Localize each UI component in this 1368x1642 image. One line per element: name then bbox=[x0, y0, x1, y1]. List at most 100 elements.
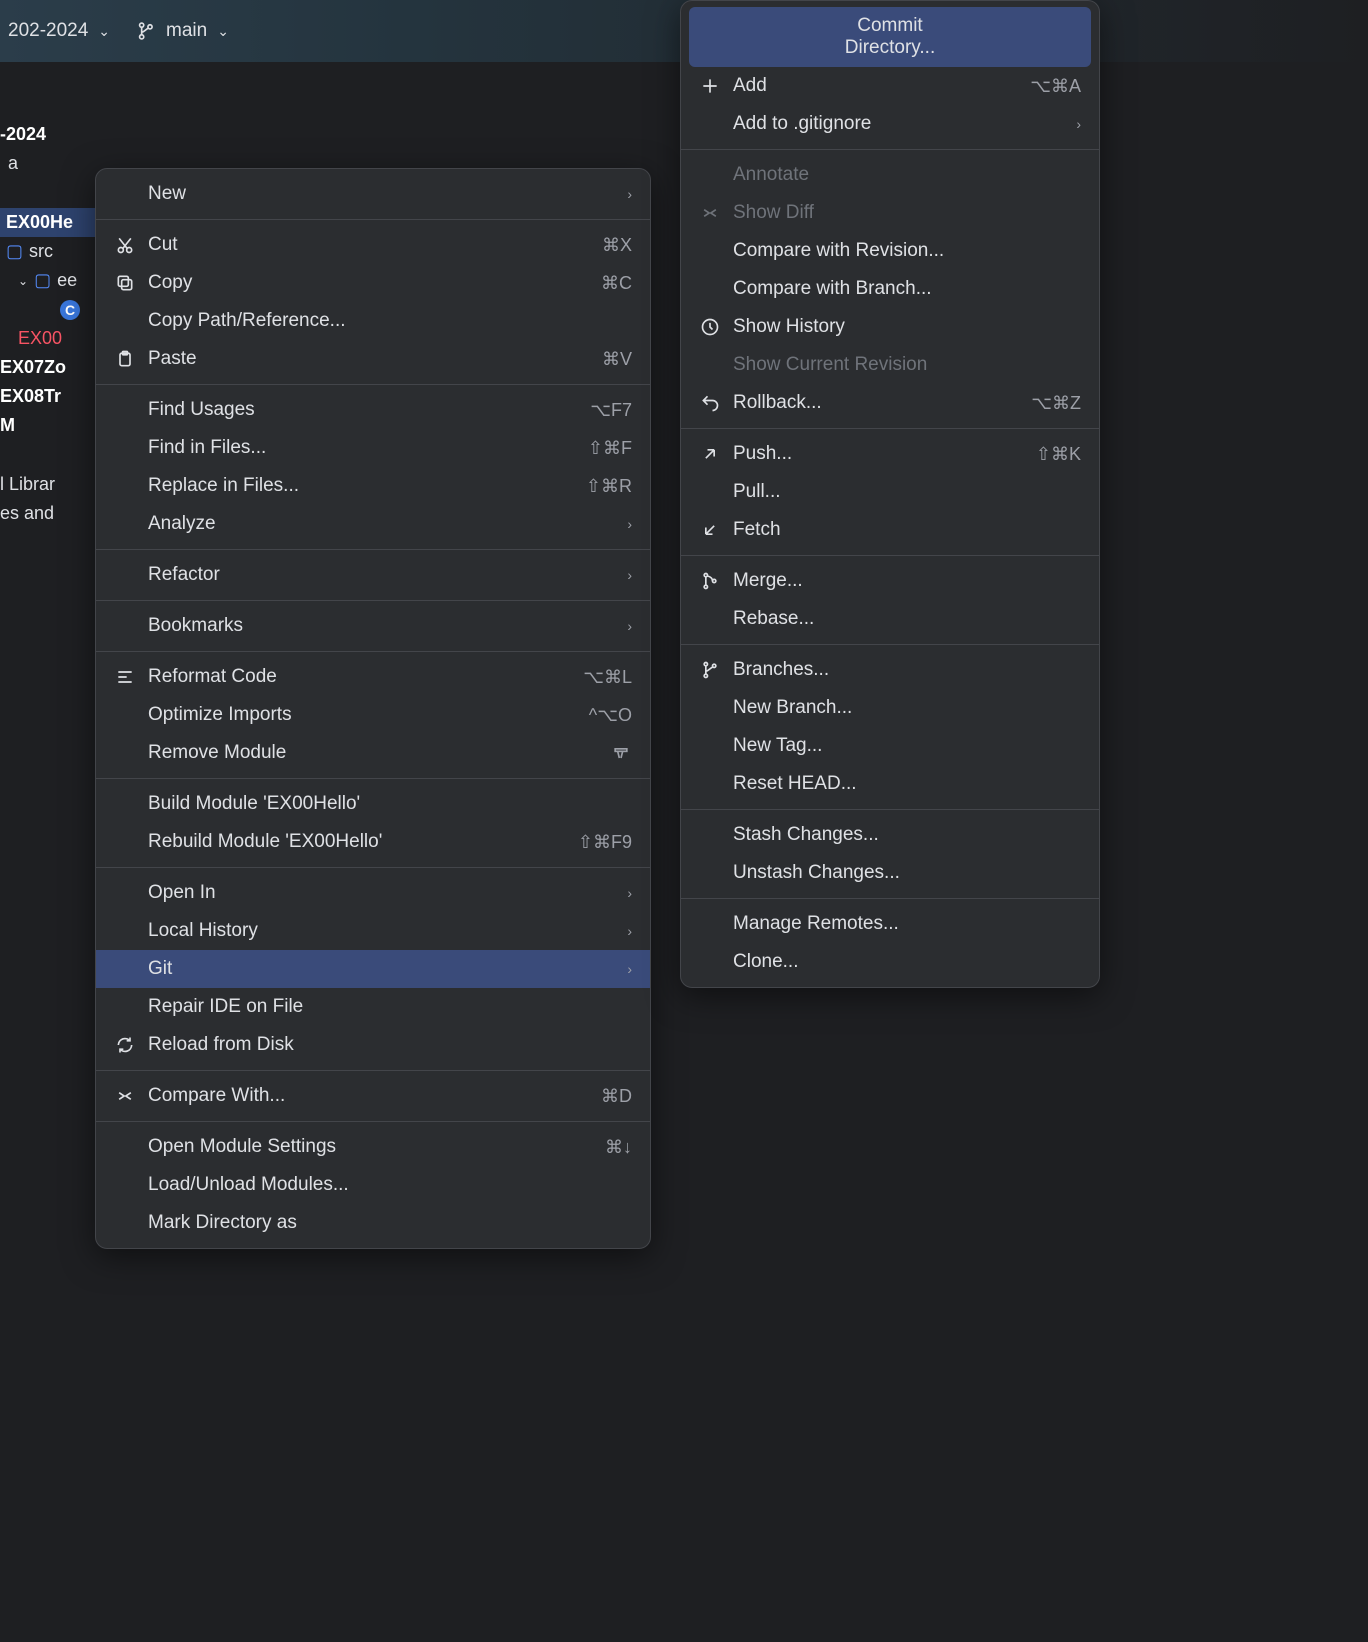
tree-class-item[interactable]: C bbox=[0, 295, 95, 324]
shortcut-label: ⌘V bbox=[602, 349, 632, 370]
menu-find-in-files[interactable]: Find in Files... ⇧⌘F bbox=[96, 429, 650, 467]
menu-show-current-revision: Show Current Revision bbox=[681, 346, 1099, 384]
spacer-icon bbox=[114, 882, 136, 904]
menu-stash-changes[interactable]: Stash Changes... bbox=[681, 816, 1099, 854]
plus-icon bbox=[699, 75, 721, 97]
shortcut-label: ⇧⌘F9 bbox=[578, 832, 632, 853]
spacer-icon bbox=[114, 958, 136, 980]
push-icon bbox=[699, 443, 721, 465]
chevron-down-icon: ⌄ bbox=[18, 274, 28, 288]
menu-compare-branch[interactable]: Compare with Branch... bbox=[681, 270, 1099, 308]
menu-find-usages[interactable]: Find Usages ⌥F7 bbox=[96, 391, 650, 429]
menu-remove-module[interactable]: Remove Module bbox=[96, 734, 650, 772]
spacer-icon bbox=[699, 481, 721, 503]
menu-git[interactable]: Git › bbox=[96, 950, 650, 988]
menu-open-module-settings[interactable]: Open Module Settings ⌘↓ bbox=[96, 1128, 650, 1166]
shortcut-label: ⇧⌘R bbox=[586, 476, 632, 497]
tree-root[interactable]: -2024 bbox=[0, 120, 95, 149]
project-name-label: 202-2024 bbox=[8, 20, 88, 42]
spacer-icon bbox=[114, 437, 136, 459]
menu-unstash-changes[interactable]: Unstash Changes... bbox=[681, 854, 1099, 892]
spacer-icon bbox=[699, 862, 721, 884]
spacer-icon bbox=[699, 824, 721, 846]
menu-show-diff: Show Diff bbox=[681, 194, 1099, 232]
spacer-icon bbox=[114, 310, 136, 332]
menu-pull[interactable]: Pull... bbox=[681, 473, 1099, 511]
menu-refactor[interactable]: Refactor › bbox=[96, 556, 650, 594]
reformat-icon bbox=[114, 666, 136, 688]
menu-separator bbox=[681, 428, 1099, 429]
menu-rollback[interactable]: Rollback... ⌥⌘Z bbox=[681, 384, 1099, 422]
menu-rebase[interactable]: Rebase... bbox=[681, 600, 1099, 638]
spacer-icon bbox=[699, 951, 721, 973]
menu-merge[interactable]: Merge... bbox=[681, 562, 1099, 600]
folder-icon: ▢ bbox=[6, 241, 23, 262]
menu-load-unload-modules[interactable]: Load/Unload Modules... bbox=[96, 1166, 650, 1204]
spacer-icon bbox=[699, 278, 721, 300]
menu-replace-in-files[interactable]: Replace in Files... ⇧⌘R bbox=[96, 467, 650, 505]
menu-separator bbox=[96, 384, 650, 385]
menu-fetch[interactable]: Fetch bbox=[681, 511, 1099, 549]
menu-branches[interactable]: Branches... bbox=[681, 651, 1099, 689]
menu-rebuild-module[interactable]: Rebuild Module 'EX00Hello' ⇧⌘F9 bbox=[96, 823, 650, 861]
menu-copy[interactable]: Copy ⌘C bbox=[96, 264, 650, 302]
shortcut-label: ⌘X bbox=[602, 235, 632, 256]
menu-compare-with[interactable]: Compare With... ⌘D bbox=[96, 1077, 650, 1115]
menu-analyze[interactable]: Analyze › bbox=[96, 505, 650, 543]
menu-optimize-imports[interactable]: Optimize Imports ^⌥O bbox=[96, 696, 650, 734]
menu-cut[interactable]: Cut ⌘X bbox=[96, 226, 650, 264]
spacer-icon bbox=[114, 183, 136, 205]
menu-separator bbox=[96, 1121, 650, 1122]
menu-show-history[interactable]: Show History bbox=[681, 308, 1099, 346]
menu-separator bbox=[681, 149, 1099, 150]
tree-module-ex07[interactable]: EX07Zo bbox=[0, 353, 95, 382]
tree-scratches[interactable]: es and bbox=[0, 499, 95, 528]
tree-module-ex08[interactable]: EX08Tr bbox=[0, 382, 95, 411]
spacer-icon bbox=[114, 831, 136, 853]
chevron-down-icon: ⌄ bbox=[217, 23, 229, 40]
tree-module-m[interactable]: M bbox=[0, 411, 95, 440]
menu-new-branch[interactable]: New Branch... bbox=[681, 689, 1099, 727]
menu-paste[interactable]: Paste ⌘V bbox=[96, 340, 650, 378]
menu-push[interactable]: Push... ⇧⌘K bbox=[681, 435, 1099, 473]
spacer-icon bbox=[699, 913, 721, 935]
spacer-icon bbox=[114, 564, 136, 586]
tree-module-selected[interactable]: EX00He bbox=[0, 208, 95, 237]
menu-new[interactable]: New › bbox=[96, 175, 650, 213]
menu-compare-revision[interactable]: Compare with Revision... bbox=[681, 232, 1099, 270]
menu-manage-remotes[interactable]: Manage Remotes... bbox=[681, 905, 1099, 943]
tree-pkg-folder[interactable]: ⌄ ▢ ee bbox=[0, 266, 95, 295]
menu-reformat-code[interactable]: Reformat Code ⌥⌘L bbox=[96, 658, 650, 696]
menu-reset-head[interactable]: Reset HEAD... bbox=[681, 765, 1099, 803]
menu-build-module[interactable]: Build Module 'EX00Hello' bbox=[96, 785, 650, 823]
menu-mark-directory[interactable]: Mark Directory as bbox=[96, 1204, 650, 1242]
tree-src-folder[interactable]: ▢ src bbox=[0, 237, 95, 266]
menu-open-in[interactable]: Open In › bbox=[96, 874, 650, 912]
menu-bookmarks[interactable]: Bookmarks › bbox=[96, 607, 650, 645]
chevron-right-icon: › bbox=[1076, 116, 1081, 132]
tree-root-sub[interactable]: a bbox=[0, 149, 95, 178]
menu-commit-directory[interactable]: Commit Directory... bbox=[689, 7, 1091, 67]
spacer-icon bbox=[114, 920, 136, 942]
spacer-icon bbox=[699, 164, 721, 186]
menu-local-history[interactable]: Local History › bbox=[96, 912, 650, 950]
tree-external-lib[interactable]: l Librar bbox=[0, 470, 95, 499]
menu-separator bbox=[96, 1070, 650, 1071]
menu-reload-disk[interactable]: Reload from Disk bbox=[96, 1026, 650, 1064]
menu-add-gitignore[interactable]: Add to .gitignore › bbox=[681, 105, 1099, 143]
branch-selector[interactable]: main ⌄ bbox=[134, 20, 229, 42]
menu-separator bbox=[681, 898, 1099, 899]
project-selector[interactable]: 202-2024 ⌄ bbox=[8, 20, 110, 42]
menu-separator bbox=[96, 867, 650, 868]
copy-icon bbox=[114, 272, 136, 294]
menu-copy-path[interactable]: Copy Path/Reference... bbox=[96, 302, 650, 340]
spacer-icon bbox=[114, 742, 136, 764]
tree-module-ex00[interactable]: EX00 bbox=[0, 324, 95, 353]
menu-clone[interactable]: Clone... bbox=[681, 943, 1099, 981]
menu-repair-ide[interactable]: Repair IDE on File bbox=[96, 988, 650, 1026]
spacer-icon bbox=[699, 240, 721, 262]
menu-new-tag[interactable]: New Tag... bbox=[681, 727, 1099, 765]
menu-git-add[interactable]: Add ⌥⌘A bbox=[681, 67, 1099, 105]
spacer-icon bbox=[699, 773, 721, 795]
menu-separator bbox=[681, 555, 1099, 556]
